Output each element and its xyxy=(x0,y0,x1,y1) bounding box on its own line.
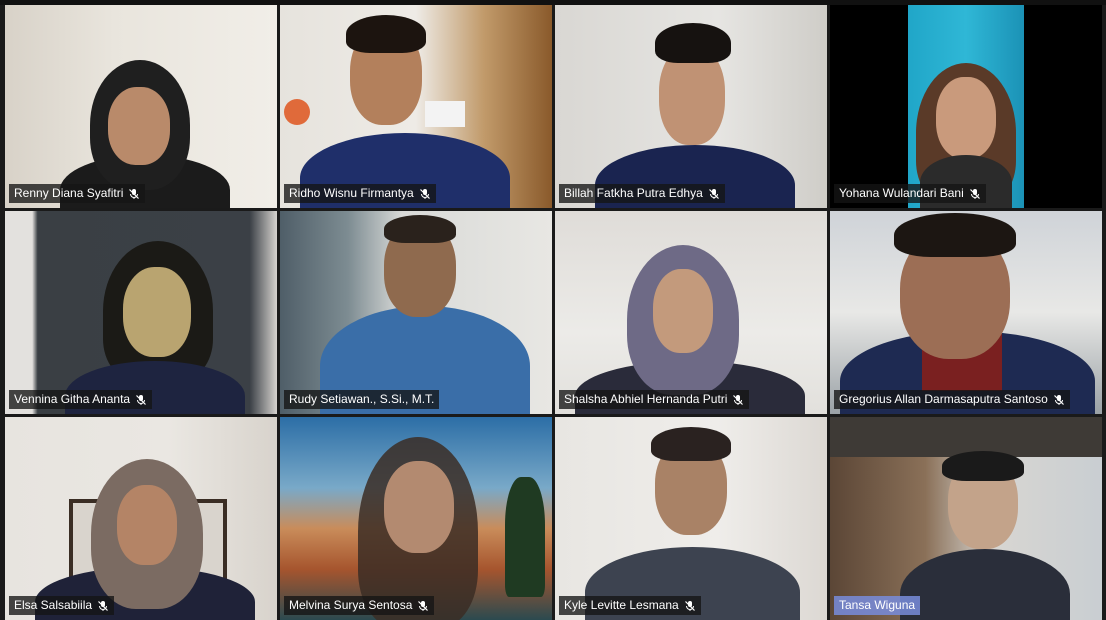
participant-hair xyxy=(655,23,731,63)
wall-notice xyxy=(425,101,465,127)
muted-mic-icon xyxy=(417,600,429,612)
participant-name: Ridho Wisnu Firmantya xyxy=(289,186,414,200)
muted-mic-icon xyxy=(969,188,981,200)
participant-hair xyxy=(346,15,426,53)
wall-clock-object xyxy=(284,99,310,125)
video-tile-yohana[interactable]: Yohana Wulandari Bani xyxy=(830,5,1102,208)
ceiling xyxy=(830,417,1102,457)
participant-name: Gregorius Allan Darmasaputra Santoso xyxy=(839,392,1048,406)
participant-headphones xyxy=(942,451,1024,481)
video-tile-shalsha[interactable]: Shalsha Abhiel Hernanda Putri xyxy=(555,211,827,414)
video-tile-tansa[interactable]: Tansa Wiguna xyxy=(830,417,1102,620)
muted-mic-icon xyxy=(135,394,147,406)
participant-face xyxy=(117,485,177,565)
participant-name-label: Elsa Salsabiila xyxy=(9,596,115,615)
muted-mic-icon xyxy=(684,600,696,612)
participant-face xyxy=(384,461,454,553)
muted-mic-icon xyxy=(732,394,744,406)
participant-name: Elsa Salsabiila xyxy=(14,598,93,612)
tree-shape xyxy=(505,477,545,597)
participant-name-label: Tansa Wiguna xyxy=(834,596,921,615)
participant-name-label: Vennina Githa Ananta xyxy=(9,390,153,409)
participant-face xyxy=(653,269,713,353)
video-tile-billah[interactable]: Billah Fatkha Putra Edhya xyxy=(555,5,827,208)
participant-hair xyxy=(894,213,1016,257)
participant-name-label: Melvina Surya Sentosa xyxy=(284,596,435,615)
participant-hair xyxy=(651,427,731,461)
participant-name-label: Shalsha Abhiel Hernanda Putri xyxy=(559,390,750,409)
video-tile-vennina[interactable]: Vennina Githa Ananta xyxy=(5,211,277,414)
muted-mic-icon xyxy=(128,188,140,200)
participant-name: Melvina Surya Sentosa xyxy=(289,598,413,612)
participant-name: Rudy Setiawan., S.Si., M.T. xyxy=(289,392,435,406)
participant-name: Renny Diana Syafitri xyxy=(14,186,124,200)
video-tile-gregorius[interactable]: Gregorius Allan Darmasaputra Santoso xyxy=(830,211,1102,414)
video-tile-ridho[interactable]: Ridho Wisnu Firmantya xyxy=(280,5,552,208)
participant-name: Shalsha Abhiel Hernanda Putri xyxy=(564,392,728,406)
participant-name-label: Kyle Levitte Lesmana xyxy=(559,596,701,615)
muted-mic-icon xyxy=(419,188,431,200)
participant-name-label: Billah Fatkha Putra Edhya xyxy=(559,184,725,203)
participant-face xyxy=(108,87,170,165)
participant-face xyxy=(936,77,996,159)
participant-name: Billah Fatkha Putra Edhya xyxy=(564,186,703,200)
video-tile-kyle[interactable]: Kyle Levitte Lesmana xyxy=(555,417,827,620)
participant-name: Tansa Wiguna xyxy=(839,598,916,612)
participant-name-label: Rudy Setiawan., S.Si., M.T. xyxy=(284,390,440,409)
participant-name: Vennina Githa Ananta xyxy=(14,392,131,406)
participant-name-label: Ridho Wisnu Firmantya xyxy=(284,184,436,203)
video-tile-elsa[interactable]: Elsa Salsabiila xyxy=(5,417,277,620)
muted-mic-icon xyxy=(97,600,109,612)
participant-name-label: Yohana Wulandari Bani xyxy=(834,184,986,203)
video-tile-renny[interactable]: Renny Diana Syafitri xyxy=(5,5,277,208)
participant-name: Kyle Levitte Lesmana xyxy=(564,598,679,612)
muted-mic-icon xyxy=(708,188,720,200)
participant-name-label: Renny Diana Syafitri xyxy=(9,184,146,203)
participant-face xyxy=(123,267,191,357)
participant-name-label: Gregorius Allan Darmasaputra Santoso xyxy=(834,390,1070,409)
gallery-grid: Renny Diana Syafitri Ridho Wisnu Firmant… xyxy=(5,5,1103,620)
participant-name: Yohana Wulandari Bani xyxy=(839,186,964,200)
muted-mic-icon xyxy=(1053,394,1065,406)
video-tile-rudy[interactable]: Rudy Setiawan., S.Si., M.T. xyxy=(280,211,552,414)
participant-hair xyxy=(384,215,456,243)
video-tile-melvina[interactable]: Melvina Surya Sentosa xyxy=(280,417,552,620)
